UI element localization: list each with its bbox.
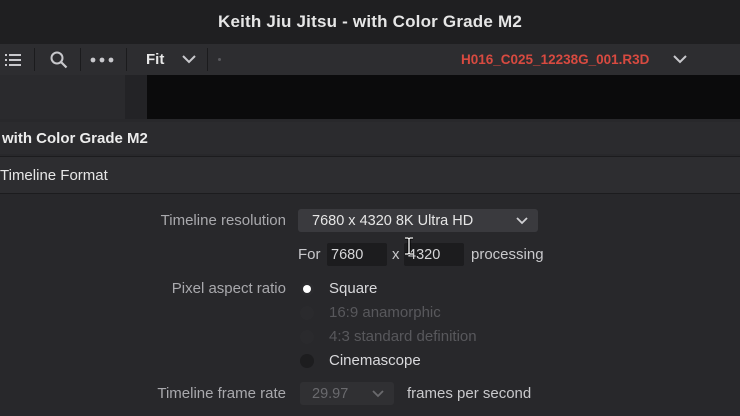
window-title: Keith Jiu Jitsu - with Color Grade M2 xyxy=(218,12,522,31)
toolbar-divider xyxy=(80,48,81,71)
option-square-label: Square xyxy=(329,280,378,297)
text-cursor-icon xyxy=(404,236,414,260)
toolbar-divider xyxy=(207,48,208,71)
timeline-frame-rate-value: 29.97 xyxy=(312,385,349,402)
search-icon[interactable] xyxy=(46,44,72,75)
resolution-width-field[interactable]: 7680 xyxy=(327,243,387,266)
processing-label: processing xyxy=(471,246,544,263)
radio-square[interactable] xyxy=(300,282,314,296)
option-cinemascope-label: Cinemascope xyxy=(329,352,421,369)
resolution-width-value: 7680 xyxy=(331,246,364,263)
media-pool-area xyxy=(0,75,125,119)
timeline-frame-rate-dropdown[interactable]: 29.97 xyxy=(300,382,394,405)
status-dot xyxy=(218,58,221,61)
option-16-9-anamorphic-label: 16:9 anamorphic xyxy=(329,304,441,321)
settings-panel-header: with Color Grade M2 xyxy=(0,122,740,154)
zoom-dropdown[interactable]: Fit xyxy=(146,44,164,75)
viewer-toolbar: Fit H016_C025_12238G_001.R3D xyxy=(0,44,740,75)
option-4-3-standard-definition-label: 4:3 standard definition xyxy=(329,328,477,345)
panel-divider xyxy=(125,75,147,119)
radio-16-9-anamorphic[interactable] xyxy=(300,306,314,320)
section-title: Timeline Format xyxy=(0,166,108,184)
viewer xyxy=(147,75,740,119)
clip-name[interactable]: H016_C025_12238G_001.R3D xyxy=(461,44,649,75)
chevron-down-icon[interactable] xyxy=(673,44,687,75)
chevron-down-icon xyxy=(516,209,528,232)
timeline-resolution-value: 7680 x 4320 8K Ultra HD xyxy=(312,212,474,229)
list-icon[interactable] xyxy=(0,44,26,75)
title-bar: Keith Jiu Jitsu - with Color Grade M2 xyxy=(0,0,740,44)
panel-title: with Color Grade M2 xyxy=(2,129,148,147)
for-label: For xyxy=(298,246,321,263)
timeline-frame-rate-label: Timeline frame rate xyxy=(157,385,286,402)
toolbar-divider xyxy=(126,48,127,71)
timeline-format-section[interactable]: Timeline Format xyxy=(0,156,740,194)
zoom-value: Fit xyxy=(146,51,165,68)
chevron-down-icon xyxy=(372,382,384,405)
timeline-resolution-label: Timeline resolution xyxy=(160,212,286,229)
frames-per-second-label: frames per second xyxy=(407,385,532,402)
radio-cinemascope[interactable] xyxy=(300,354,314,368)
radio-4-3-standard-definition[interactable] xyxy=(300,330,314,344)
toolbar-divider xyxy=(34,48,35,71)
clip-name-label: H016_C025_12238G_001.R3D xyxy=(461,52,650,67)
chevron-down-icon[interactable] xyxy=(182,44,196,75)
pixel-aspect-ratio-label: Pixel aspect ratio xyxy=(171,280,286,297)
more-options-icon[interactable] xyxy=(88,44,116,75)
times-label: x xyxy=(392,246,400,263)
timeline-resolution-dropdown[interactable]: 7680 x 4320 8K Ultra HD xyxy=(298,209,538,232)
